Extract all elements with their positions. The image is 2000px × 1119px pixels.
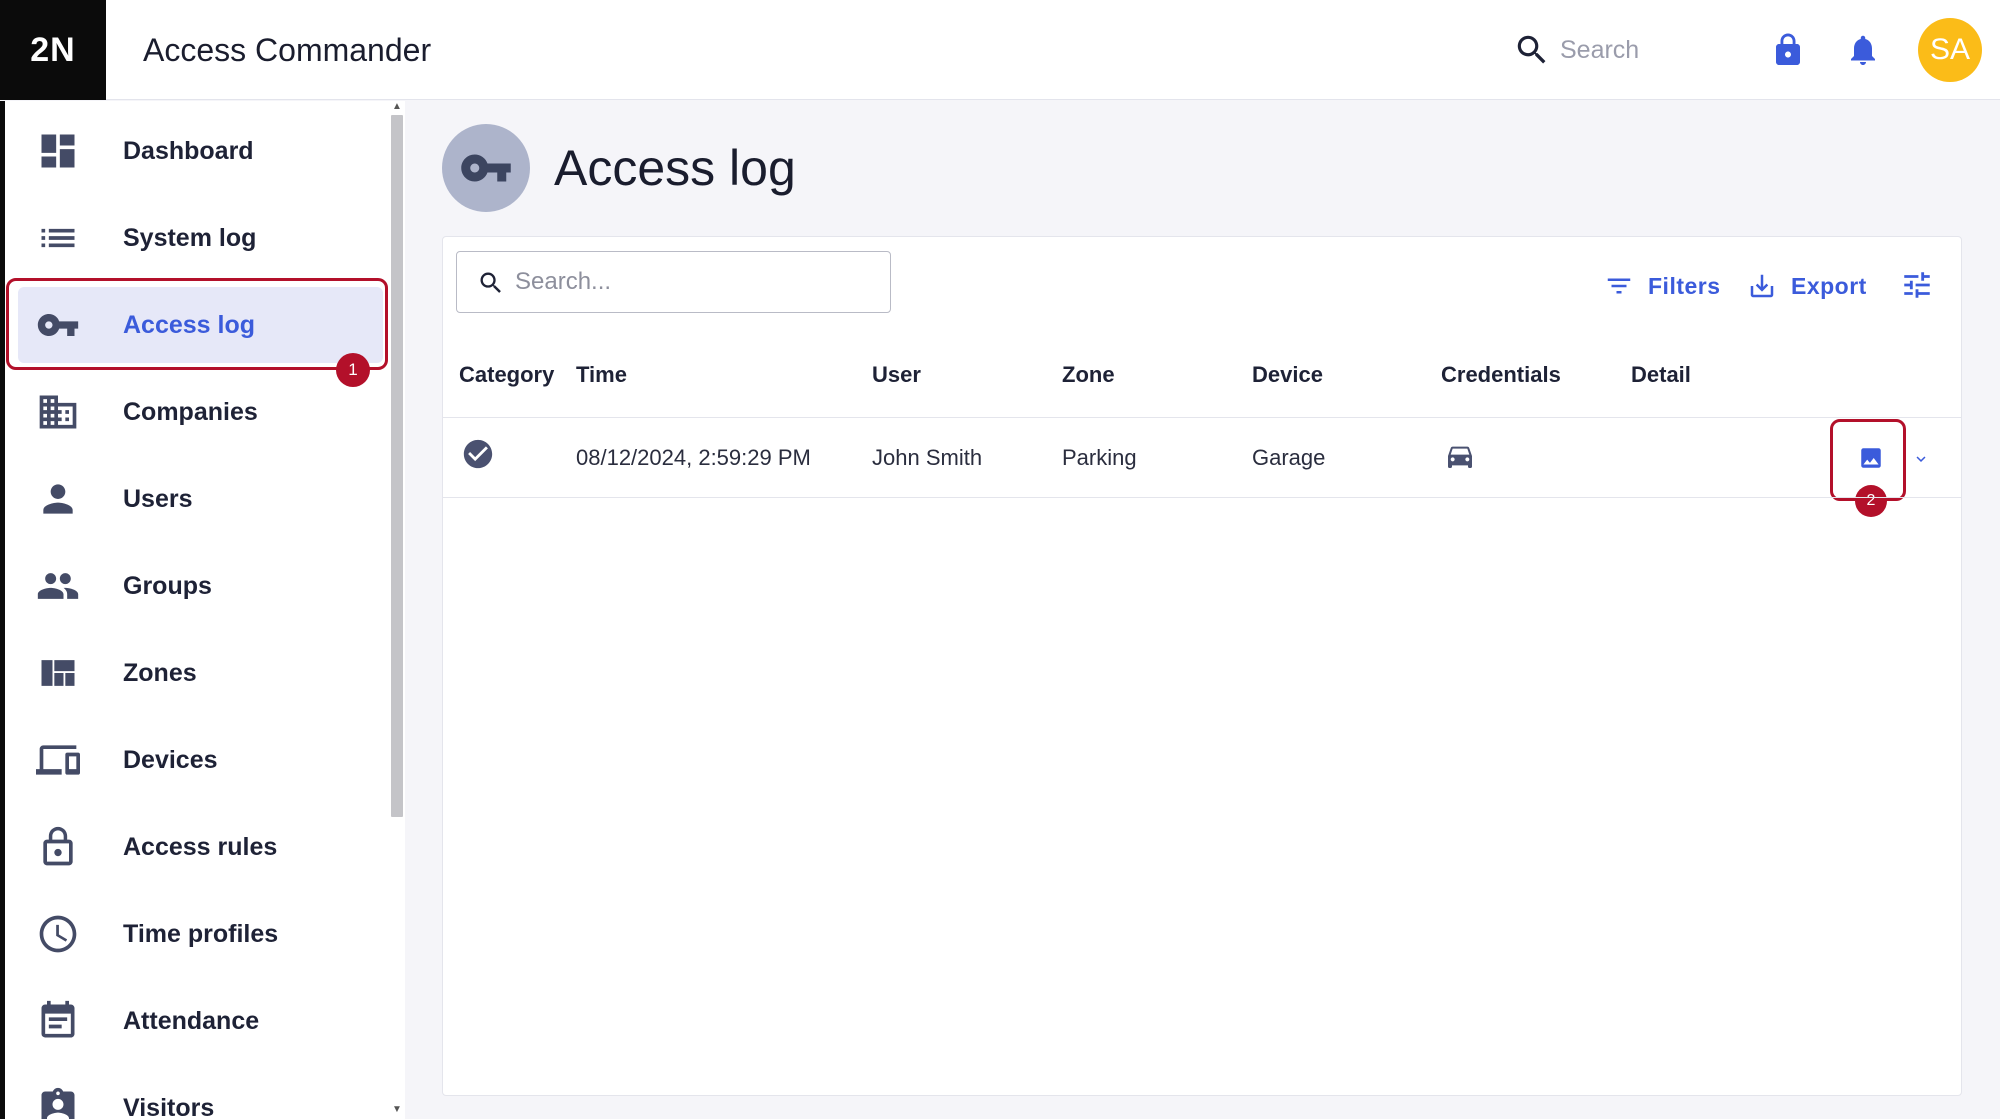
- column-header-user[interactable]: User: [872, 362, 921, 388]
- sidebar-item-label: Users: [123, 484, 193, 513]
- sidebar-item-system-log[interactable]: System log: [18, 200, 383, 276]
- building-icon: [39, 395, 77, 429]
- logo-text: 2N: [30, 30, 76, 69]
- global-search-input[interactable]: [1560, 30, 1730, 70]
- top-bar: 2N Access Commander SA: [0, 0, 2000, 100]
- row-device: Garage: [1252, 445, 1326, 470]
- callout-badge-2: 2: [1855, 485, 1887, 517]
- scroll-up-arrow-icon[interactable]: ▲: [389, 101, 405, 113]
- sidebar-item-label: Visitors: [123, 1093, 215, 1119]
- sidebar-item-label: Dashboard: [123, 136, 254, 165]
- page-icon: [442, 124, 530, 212]
- filters-button[interactable]: Filters: [1604, 266, 1721, 306]
- lock-outline-icon: [43, 826, 73, 866]
- app-title: Access Commander: [143, 32, 432, 68]
- check-circle-icon: [463, 439, 493, 469]
- page-title: Access log: [554, 140, 796, 196]
- table-search-input[interactable]: [515, 262, 875, 302]
- chevron-down-icon[interactable]: [1910, 450, 1932, 468]
- key-icon: [461, 154, 511, 182]
- avatar-initials: SA: [1929, 33, 1971, 66]
- sidebar-item-dashboard[interactable]: Dashboard: [18, 113, 383, 189]
- bell-icon[interactable]: [1845, 30, 1881, 70]
- key-icon: [37, 314, 79, 336]
- column-header-credentials[interactable]: Credentials: [1441, 362, 1561, 388]
- column-header-zone[interactable]: Zone: [1062, 362, 1115, 388]
- sidebar-item-groups[interactable]: Groups: [18, 548, 383, 624]
- sidebar-item-label: Time profiles: [123, 919, 279, 948]
- list-icon: [41, 228, 75, 248]
- sidebar-item-attendance[interactable]: Attendance: [18, 983, 383, 1059]
- brand-logo[interactable]: 2N: [0, 0, 106, 100]
- sidebar-item-companies[interactable]: Companies: [18, 374, 383, 450]
- sidebar-item-visitors[interactable]: Visitors: [18, 1070, 383, 1119]
- sidebar-item-label: Access log: [123, 310, 256, 339]
- callout-badge-number: 2: [1866, 492, 1876, 509]
- search-icon: [480, 272, 501, 293]
- callout-badge-number: 1: [348, 360, 358, 379]
- column-header-device[interactable]: Device: [1252, 362, 1323, 388]
- search-icon[interactable]: [1513, 31, 1551, 69]
- filters-label: Filters: [1648, 272, 1721, 299]
- column-header-time[interactable]: Time: [576, 362, 627, 388]
- sidebar-item-time-profiles[interactable]: Time profiles: [18, 896, 383, 972]
- table-divider: [443, 497, 1961, 498]
- sidebar-scrollbar-thumb[interactable]: [391, 115, 403, 817]
- download-icon: [1750, 274, 1774, 298]
- user-avatar[interactable]: SA: [1918, 18, 1982, 82]
- sidebar-item-zones[interactable]: Zones: [18, 635, 383, 711]
- row-time: 08/12/2024, 2:59:29 PM: [576, 445, 811, 470]
- calendar-icon: [41, 1000, 75, 1038]
- sidebar-item-label: Attendance: [123, 1006, 260, 1035]
- lock-icon[interactable]: [1770, 28, 1806, 72]
- car-icon: [1448, 446, 1472, 468]
- sidebar-item-label: Groups: [123, 571, 212, 600]
- sidebar-item-access-log[interactable]: Access log: [18, 287, 383, 363]
- filter-icon: [1607, 278, 1631, 294]
- row-user: John Smith: [872, 445, 983, 470]
- column-settings-icon[interactable]: [1900, 268, 1934, 302]
- zones-icon: [41, 660, 75, 686]
- scroll-down-arrow-icon[interactable]: ▼: [389, 1104, 405, 1116]
- sidebar-item-label: Access rules: [123, 832, 278, 861]
- sidebar-item-users[interactable]: Users: [18, 461, 383, 537]
- column-header-category[interactable]: Category: [459, 362, 554, 388]
- visitor-icon: [41, 1087, 75, 1119]
- sidebar-item-label: Zones: [123, 658, 197, 687]
- row-zone: Parking: [1062, 445, 1137, 470]
- table-divider: [443, 417, 1961, 418]
- dashboard-icon: [41, 134, 75, 168]
- export-label: Export: [1791, 272, 1867, 299]
- clock-icon: [39, 915, 77, 953]
- sidebar-item-label: Companies: [123, 397, 258, 426]
- user-icon: [43, 484, 73, 514]
- sidebar-item-label: Devices: [123, 745, 218, 774]
- access-log-card: [442, 236, 1962, 1096]
- photo-icon[interactable]: [1858, 445, 1884, 471]
- devices-icon: [36, 745, 80, 775]
- sidebar-item-access-rules[interactable]: Access rules: [18, 809, 383, 885]
- table-search-field[interactable]: [456, 251, 891, 313]
- callout-badge-1: 1: [336, 353, 370, 387]
- column-header-detail[interactable]: Detail: [1631, 362, 1691, 388]
- sidebar-item-label: System log: [123, 223, 257, 252]
- group-icon: [37, 573, 79, 599]
- export-button[interactable]: Export: [1747, 266, 1867, 306]
- sidebar-item-devices[interactable]: Devices: [18, 722, 383, 798]
- sidebar: Dashboard System log Access log Companie…: [0, 101, 405, 1119]
